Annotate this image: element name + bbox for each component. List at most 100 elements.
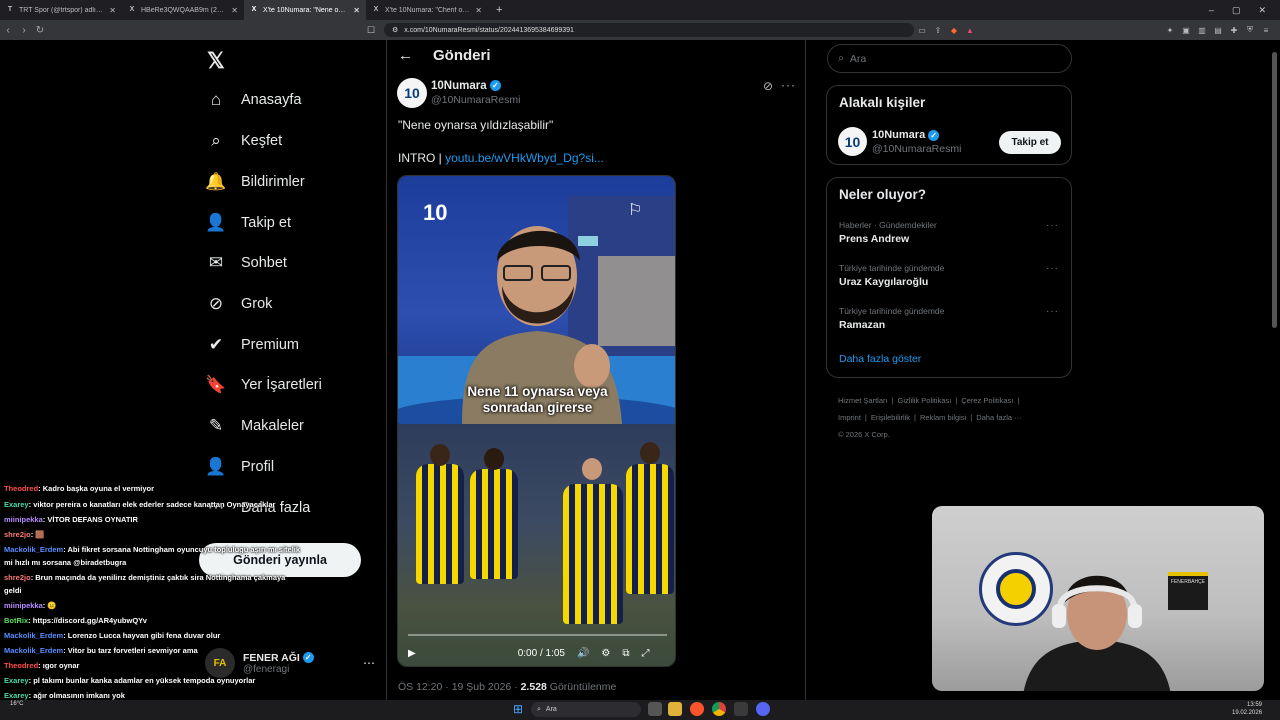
extension-icon[interactable]: ▣	[1178, 26, 1194, 35]
browser-tab[interactable]: T TRT Spor (@trtspor) adlı kullanıcının ✕	[0, 0, 122, 20]
chat-username[interactable]: miinipekka	[4, 601, 43, 610]
tab-close-icon[interactable]: ✕	[109, 6, 116, 15]
sidebar-item-home[interactable]: ⌂ Anasayfa	[205, 90, 302, 110]
related-avatar[interactable]: 10	[838, 127, 867, 156]
chat-username[interactable]: Theodred	[4, 484, 38, 493]
sidebar-item-profile[interactable]: 👤 Profil	[205, 457, 274, 477]
home-icon: ⌂	[210, 90, 222, 109]
wallet-icon[interactable]: ▤	[1210, 26, 1226, 35]
sidebar-item-notifications[interactable]: 🔔 Bildirimler	[205, 172, 304, 192]
sidebar-toggle-icon[interactable]: ▥	[1194, 26, 1210, 35]
trend-item[interactable]: Ramazan	[839, 319, 885, 331]
discord-icon[interactable]	[756, 702, 770, 716]
extension-icon[interactable]: ✦	[1162, 26, 1178, 35]
tab-close-icon[interactable]: ✕	[231, 6, 238, 15]
fullscreen-icon[interactable]: ⤢	[642, 648, 650, 659]
chat-username[interactable]: Theodred	[4, 661, 38, 670]
minimize-icon[interactable]: –	[1209, 5, 1214, 15]
brave-shield-icon[interactable]: ◆	[946, 26, 962, 35]
trend-item[interactable]: Uraz Kaygılaroğlu	[839, 276, 928, 288]
post-link[interactable]: youtu.be/wVHkWbyd_Dg?si...	[445, 151, 604, 165]
video-progress-bar[interactable]	[408, 634, 667, 636]
author-handle[interactable]: @10NumaraResmi	[431, 94, 520, 106]
chat-username[interactable]: Mackolik_Erdem	[4, 545, 63, 554]
volume-icon[interactable]: 🔊	[577, 648, 589, 659]
url-field[interactable]: ⚙ x.com/10NumaraResmi/status/20244136953…	[384, 23, 914, 37]
sidebar-item-premium[interactable]: ✔ Premium	[205, 335, 299, 355]
chat-username[interactable]: miinipekka	[4, 515, 43, 524]
trend-more-icon[interactable]: ···	[1046, 220, 1059, 231]
footer-link[interactable]: Erişilebilirlik	[871, 413, 910, 422]
extensions-puzzle-icon[interactable]: ✚	[1226, 26, 1242, 35]
forward-icon[interactable]: ›	[16, 25, 32, 36]
sidebar-item-chat[interactable]: ✉ Sohbet	[205, 253, 287, 273]
tab-close-icon[interactable]: ✕	[353, 6, 360, 15]
browser-tab[interactable]: X X'te 10Numara: "Cherif oynayacak mı ✕	[366, 0, 488, 20]
menu-icon[interactable]: ≡	[1258, 26, 1274, 35]
trend-more-icon[interactable]: ···	[1046, 306, 1059, 317]
sidebar-item-grok[interactable]: ⊘ Grok	[205, 294, 273, 314]
more-icon[interactable]: ⋯	[363, 656, 375, 670]
taskbar-search[interactable]: ⌕ Ara	[531, 702, 641, 717]
share-icon[interactable]: ⇪	[930, 26, 946, 35]
page-scrollbar[interactable]	[1272, 52, 1277, 328]
related-handle[interactable]: @10NumaraResmi	[872, 143, 961, 155]
footer-link[interactable]: Imprint	[838, 413, 861, 422]
new-tab-button[interactable]: +	[488, 4, 510, 16]
more-icon[interactable]: ···	[781, 78, 796, 92]
back-arrow-icon[interactable]: ←	[398, 47, 413, 64]
search-input[interactable]: ⌕ Ara	[827, 44, 1072, 73]
footer-link[interactable]: Daha fazla ···	[976, 413, 1021, 422]
account-switcher[interactable]: FA FENER AĞI ✓ @feneragi ⋯	[205, 646, 375, 680]
sidebar-item-explore[interactable]: ⌕ Keşfet	[205, 131, 282, 151]
video-player[interactable]: 10 ⚐ Nene 11 oynarsa veya sonradan girers…	[397, 175, 676, 667]
windows-start-icon[interactable]: ⊞	[511, 702, 525, 716]
related-name[interactable]: 10Numara ✓	[872, 129, 940, 141]
back-icon[interactable]: ‹	[0, 25, 16, 36]
chat-username[interactable]: Mackolik_Erdem	[4, 646, 63, 655]
grok-explain-icon[interactable]: ⊘	[763, 79, 773, 93]
sidebar-item-bookmarks[interactable]: 🔖 Yer İşaretleri	[205, 375, 321, 395]
footer-link[interactable]: Gizlilik Politikası	[898, 396, 952, 405]
chrome-icon[interactable]	[712, 702, 726, 716]
browser-tab-active[interactable]: X X'te 10Numara: "Nene oynarsa ✕	[244, 0, 366, 20]
author-name[interactable]: 10Numara ✓	[431, 80, 501, 92]
x-logo-icon[interactable]: 𝕏	[207, 48, 225, 74]
chat-username[interactable]: BotRix	[4, 616, 28, 625]
settings-icon[interactable]: ⚙	[601, 648, 610, 659]
close-window-icon[interactable]: ✕	[1258, 5, 1266, 16]
pip-icon[interactable]: ⧉	[622, 648, 629, 659]
play-icon[interactable]: ▶	[408, 648, 416, 659]
tab-close-icon[interactable]: ✕	[475, 6, 482, 15]
author-avatar[interactable]: 10	[397, 78, 427, 108]
chat-username[interactable]: Mackolik_Erdem	[4, 631, 63, 640]
sidebar-item-articles[interactable]: ✎ Makaleler	[205, 416, 304, 436]
footer-link[interactable]: Hizmet Şartları	[838, 396, 888, 405]
weather-widget[interactable]: 16°C	[10, 701, 23, 707]
task-view-icon[interactable]	[648, 702, 662, 716]
footer-link[interactable]: Reklam bilgisi	[920, 413, 966, 422]
site-info-icon[interactable]: ⚙	[392, 26, 398, 34]
taskbar-clock[interactable]: 13:59 19.02.2026	[1232, 701, 1262, 717]
chat-username[interactable]: Exarey	[4, 676, 29, 685]
chat-username[interactable]: shre2jo	[4, 530, 31, 539]
rewards-icon[interactable]: ▲	[962, 26, 978, 35]
vpn-icon[interactable]: ⛨	[1242, 25, 1258, 35]
chat-username[interactable]: Exarey	[4, 691, 29, 700]
follow-button[interactable]: Takip et	[999, 131, 1061, 154]
brave-browser-icon[interactable]	[690, 702, 704, 716]
maximize-icon[interactable]: ▢	[1232, 5, 1241, 16]
trend-item[interactable]: Prens Andrew	[839, 233, 909, 245]
reload-icon[interactable]: ↻	[32, 25, 48, 36]
show-more-link[interactable]: Daha fazla göster	[839, 353, 921, 365]
sidebar-item-follow[interactable]: 👤 Takip et	[205, 213, 291, 233]
chat-username[interactable]: Exarey	[4, 500, 29, 509]
app-icon[interactable]	[734, 702, 748, 716]
browser-tab[interactable]: X HBeRe3QWQAAB9m (2160×2700) ✕	[122, 0, 244, 20]
trend-more-icon[interactable]: ···	[1046, 263, 1059, 274]
chat-username[interactable]: shre2jo	[4, 573, 31, 582]
bookmark-page-icon[interactable]: ☐	[364, 25, 378, 36]
footer-link[interactable]: Çerez Politikası	[961, 396, 1013, 405]
file-explorer-icon[interactable]	[668, 702, 682, 716]
screen-icon[interactable]: ▭	[914, 26, 930, 35]
